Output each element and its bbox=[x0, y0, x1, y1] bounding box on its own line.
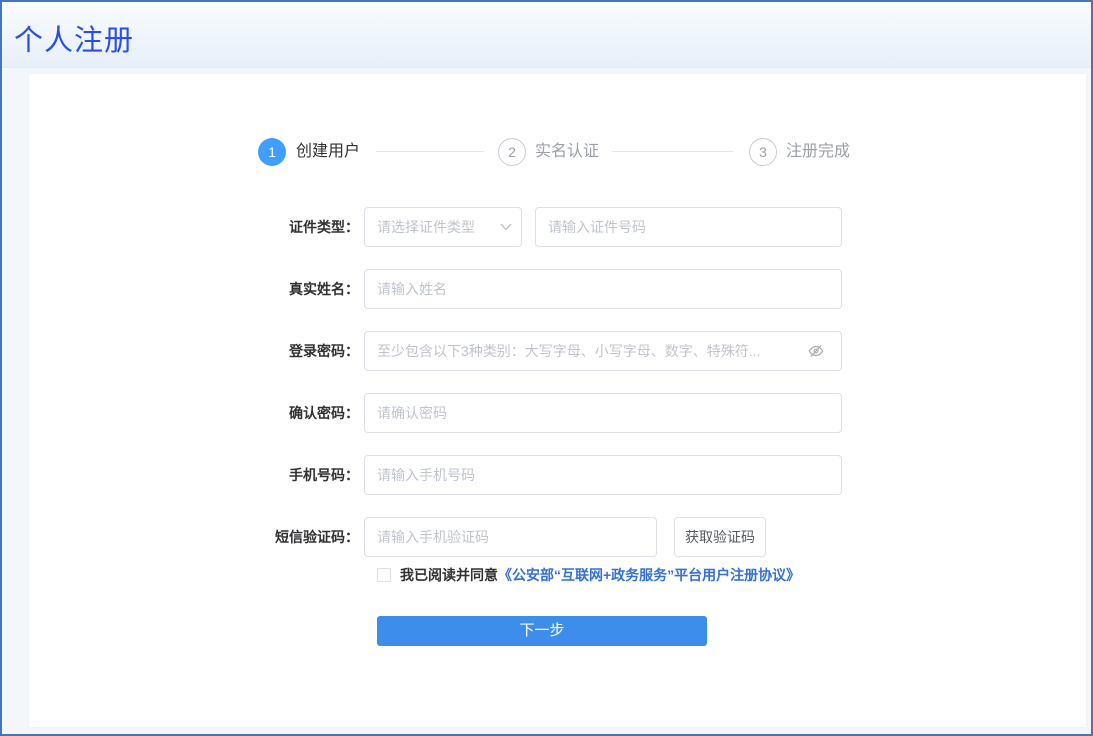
get-code-button[interactable]: 获取验证码 bbox=[674, 517, 766, 557]
agreement-link[interactable]: 《公安部“互联网+政务服务”平台用户注册协议》 bbox=[498, 565, 800, 585]
step-2-circle: 2 bbox=[498, 138, 526, 166]
page-header bbox=[2, 2, 1091, 68]
confirm-password-label: 确认密码： bbox=[219, 393, 359, 433]
cert-type-select[interactable] bbox=[364, 207, 522, 247]
agreement-checkbox[interactable] bbox=[377, 568, 391, 582]
agreement-row: 我已阅读并同意 《公安部“互联网+政务服务”平台用户注册协议》 bbox=[377, 566, 800, 584]
real-name-input[interactable] bbox=[364, 269, 842, 309]
eye-off-icon[interactable] bbox=[807, 343, 825, 359]
step-1-circle: 1 bbox=[258, 138, 286, 166]
sms-code-input[interactable] bbox=[364, 517, 657, 557]
step-connector-line bbox=[376, 151, 484, 152]
real-name-label: 真实姓名： bbox=[219, 269, 359, 309]
password-input[interactable] bbox=[364, 331, 842, 371]
step-2-label: 实名认证 bbox=[535, 138, 599, 166]
step-3-circle: 3 bbox=[749, 138, 777, 166]
password-label: 登录密码： bbox=[219, 331, 359, 371]
cert-type-label: 证件类型： bbox=[219, 207, 359, 247]
next-step-button[interactable]: 下一步 bbox=[377, 616, 707, 646]
cert-number-input[interactable] bbox=[535, 207, 842, 247]
page-title: 个人注册 bbox=[14, 17, 134, 59]
phone-input[interactable] bbox=[364, 455, 842, 495]
step-connector-line bbox=[612, 151, 734, 152]
personal-registration-page: 个人注册 1 创建用户 2 实名认证 3 注册完成 证件类型： 真实姓名： 登录… bbox=[0, 0, 1093, 736]
step-1-label: 创建用户 bbox=[296, 138, 360, 166]
sms-code-label: 短信验证码： bbox=[219, 517, 359, 557]
step-3-label: 注册完成 bbox=[786, 138, 850, 166]
confirm-password-input[interactable] bbox=[364, 393, 842, 433]
agreement-text: 我已阅读并同意 bbox=[400, 565, 498, 585]
phone-label: 手机号码： bbox=[219, 455, 359, 495]
